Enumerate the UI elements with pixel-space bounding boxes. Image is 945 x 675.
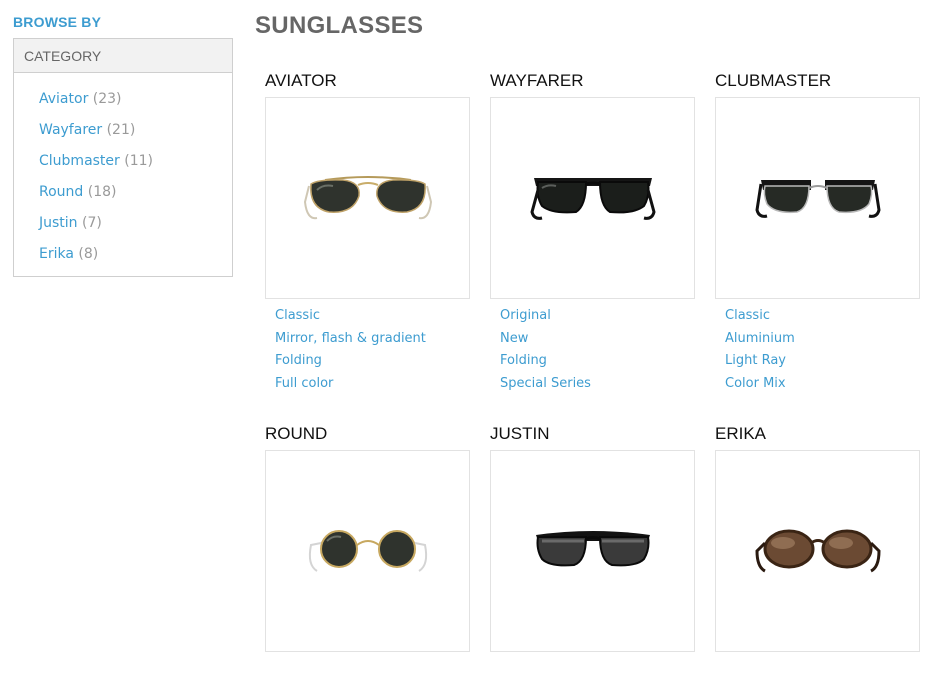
category-count: (11) [124,153,153,169]
subcategory-link[interactable]: Original [500,308,591,331]
erika-glasses-icon [754,529,881,573]
product-title[interactable]: WAYFARER [490,69,695,93]
clubmaster-glasses-icon [754,180,881,218]
justin-sunglasses-image[interactable] [490,450,695,652]
subcategory-link[interactable]: Folding [275,353,426,376]
product-card-erika: ERIKA [715,422,920,652]
product-title[interactable]: JUSTIN [490,422,695,446]
category-link[interactable]: Erika [39,246,74,262]
category-list: Aviator (23) Wayfarer (21) Clubmaster (1… [39,91,153,277]
aviator-glasses-icon [303,176,432,220]
erika-sunglasses-image[interactable] [715,450,920,652]
product-card-clubmaster: CLUBMASTER Classic Aluminium Light Ray C… [715,69,920,391]
category-item-erika[interactable]: Erika (8) [39,246,153,277]
aviator-subcategory-links: Classic Mirror, flash & gradient Folding… [275,308,426,399]
category-filter-box: CATEGORY Aviator (23) Wayfarer (21) Club… [13,38,233,277]
product-card-round: ROUND [265,422,470,652]
product-card-aviator: AVIATOR Classic Mirror, flash & gradient… [265,69,470,391]
category-item-wayfarer[interactable]: Wayfarer (21) [39,122,153,153]
aviator-sunglasses-image[interactable] [265,97,470,299]
category-item-justin[interactable]: Justin (7) [39,215,153,246]
category-link[interactable]: Wayfarer [39,122,102,138]
product-title[interactable]: CLUBMASTER [715,69,920,93]
category-count: (18) [87,184,117,200]
subcategory-link[interactable]: Classic [275,308,426,331]
category-link[interactable]: Clubmaster [39,153,120,169]
subcategory-link[interactable]: Color Mix [725,376,795,399]
category-link[interactable]: Justin [39,215,78,231]
category-count: (7) [82,215,102,231]
product-title[interactable]: ERIKA [715,422,920,446]
category-link[interactable]: Round [39,184,83,200]
subcategory-link[interactable]: Mirror, flash & gradient [275,331,426,354]
category-count: (21) [106,122,136,138]
page-title: SUNGLASSES [255,12,424,39]
wayfarer-glasses-icon [529,178,656,220]
subcategory-link[interactable]: Classic [725,308,795,331]
category-count: (8) [78,246,99,262]
round-glasses-icon [308,530,427,572]
subcategory-link[interactable]: Aluminium [725,331,795,354]
product-card-wayfarer: WAYFARER Original New Folding Special Se… [490,69,695,391]
subcategory-link[interactable]: New [500,331,591,354]
category-link[interactable]: Aviator [39,91,88,107]
category-item-round[interactable]: Round (18) [39,184,153,215]
product-card-justin: JUSTIN [490,422,695,652]
clubmaster-subcategory-links: Classic Aluminium Light Ray Color Mix [725,308,795,399]
clubmaster-sunglasses-image[interactable] [715,97,920,299]
category-item-aviator[interactable]: Aviator (23) [39,91,153,122]
wayfarer-sunglasses-image[interactable] [490,97,695,299]
category-count: (23) [92,91,122,107]
justin-glasses-icon [535,531,650,567]
subcategory-link[interactable]: Full color [275,376,426,399]
category-header: CATEGORY [14,39,232,73]
category-item-clubmaster[interactable]: Clubmaster (11) [39,153,153,184]
subcategory-link[interactable]: Folding [500,353,591,376]
product-title[interactable]: ROUND [265,422,470,446]
wayfarer-subcategory-links: Original New Folding Special Series [500,308,591,399]
product-title[interactable]: AVIATOR [265,69,470,93]
browse-by-heading: BROWSE BY [13,14,102,30]
round-sunglasses-image[interactable] [265,450,470,652]
subcategory-link[interactable]: Light Ray [725,353,795,376]
subcategory-link[interactable]: Special Series [500,376,591,399]
